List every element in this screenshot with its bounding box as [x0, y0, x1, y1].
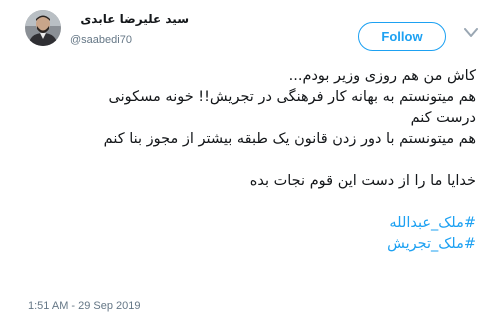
tweet-card: Follow سید علیرضا عابدی @saabedi70 کاش م…: [0, 0, 492, 319]
tweet-line: هم میتونستم با دور زدن قانون یک طبقه بیش…: [103, 131, 476, 147]
tweet-line: خدایا ما را از دست این قوم نجات بده: [249, 173, 476, 189]
hashtag-link[interactable]: #ملک_عبدالله: [18, 213, 476, 234]
author-handle[interactable]: @saabedi70: [70, 34, 132, 46]
hashtag-link[interactable]: #ملک_تجریش: [18, 234, 476, 255]
author-info: سید علیرضا عابدی @saabedi70: [64, 10, 204, 48]
follow-button[interactable]: Follow: [358, 22, 446, 51]
tweet-text: کاش من هم روزی وزیر بودم... هم میتونستم …: [18, 66, 476, 255]
tweet-timestamp[interactable]: 1:51 AM - 29 Sep 2019: [28, 300, 141, 312]
person-avatar-icon: [25, 10, 61, 46]
tweet-line: درست کنم: [410, 110, 476, 126]
chevron-down-icon[interactable]: [464, 28, 478, 38]
tweet-line: کاش من هم روزی وزیر بودم...: [288, 68, 476, 84]
tweet-line: هم میتونستم به بهانه کار فرهنگی در تجریش…: [108, 89, 477, 105]
author-display-name[interactable]: سید علیرضا عابدی: [64, 12, 189, 26]
avatar[interactable]: [25, 10, 61, 46]
